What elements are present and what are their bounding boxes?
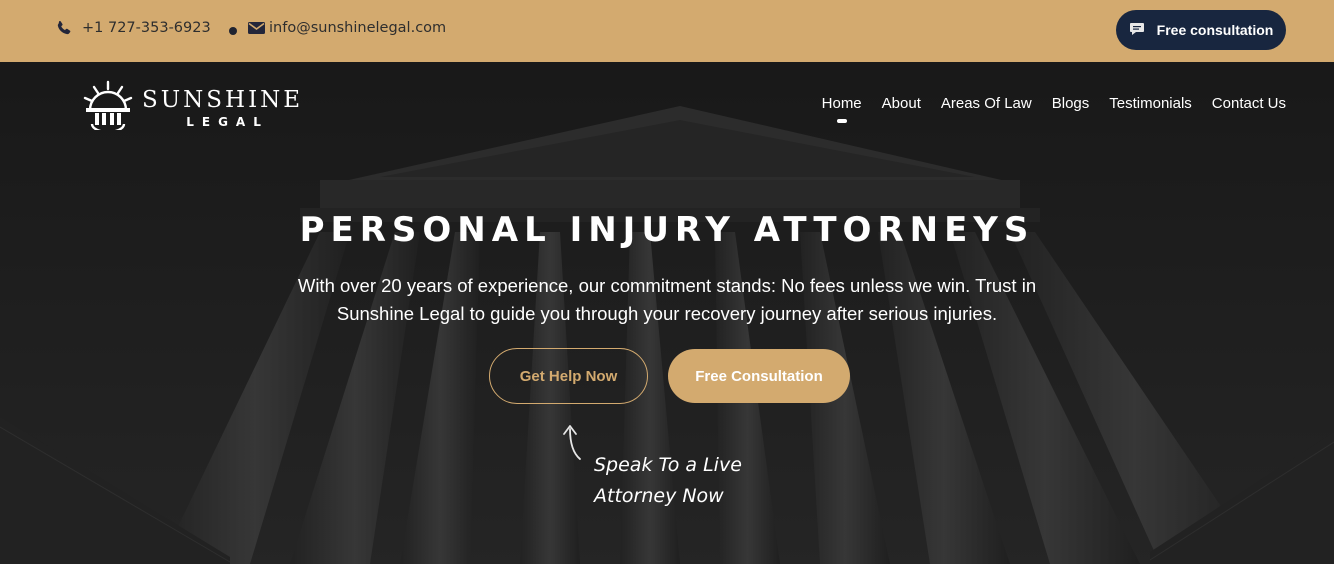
nav-blogs[interactable]: Blogs [1052,95,1090,112]
main-navigation: Home About Areas Of Law Blogs Testimonia… [802,95,1286,112]
logo-subtitle: LEGAL [186,114,269,129]
nav-areas-of-law[interactable]: Areas Of Law [941,95,1032,112]
site-logo[interactable]: SUNSHINE LEGAL [82,80,303,135]
phone-icon [56,20,72,36]
email-contact[interactable]: info@sunshinelegal.com [248,20,446,36]
phone-number[interactable]: +1 727-353-6923 [82,20,211,36]
nav-about[interactable]: About [882,95,921,112]
free-consultation-button[interactable]: Free Consultation [668,349,850,403]
separator-dot [229,27,237,35]
nav-testimonials[interactable]: Testimonials [1109,95,1192,112]
hero-subtext: With over 20 years of experience, our co… [297,275,1037,324]
email-address[interactable]: info@sunshinelegal.com [269,20,446,36]
speak-to-attorney-note: Speak To a Live Attorney Now [594,450,742,512]
note-line-2: Attorney Now [594,485,724,507]
note-line-1: Speak To a Live [594,454,742,476]
logo-wordmark: SUNSHINE [142,86,304,113]
get-help-now-button[interactable]: Get Help Now [489,348,648,404]
curved-arrow-icon [558,422,586,467]
phone-contact[interactable]: +1 727-353-6923 [56,20,211,36]
nav-contact-us[interactable]: Contact Us [1212,95,1286,112]
free-consultation-top-label: Free consultation [1156,22,1274,38]
sun-pillar-logo-icon [82,80,134,135]
free-consultation-top-button[interactable]: Free consultation [1116,10,1286,50]
nav-home[interactable]: Home [822,95,862,112]
mail-icon [248,21,265,35]
hero-section: SUNSHINE LEGAL Home About Areas Of Law B… [0,62,1334,564]
top-bar: +1 727-353-6923 info@sunshinelegal.com F… [0,0,1334,62]
chat-icon [1129,21,1157,40]
hero-headline: PERSONAL INJURY ATTORNEYS [299,210,1035,250]
